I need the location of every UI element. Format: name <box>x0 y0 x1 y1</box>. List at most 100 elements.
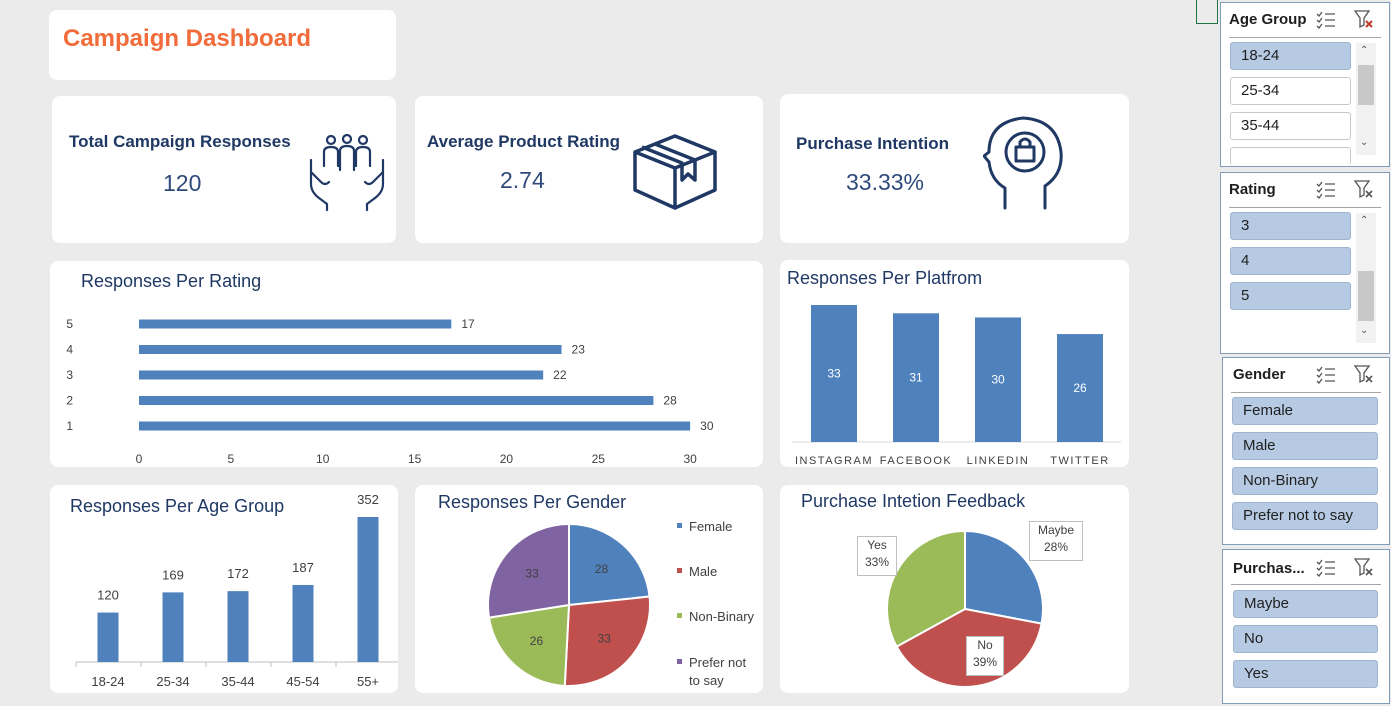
slicer-item-35-44[interactable]: 35-44 <box>1230 112 1351 140</box>
data-label: 28 <box>663 394 677 408</box>
data-label: 120 <box>97 588 119 603</box>
slicer-rating[interactable]: Rating 3 4 5 ⌃ ⌄ <box>1220 172 1390 354</box>
kpi-title: Average Product Rating <box>427 132 621 151</box>
slicer-gender[interactable]: Gender Female Male Non-Binary Prefer not… <box>1222 357 1390 545</box>
slicer-item-non-binary[interactable]: Non-Binary <box>1232 467 1378 495</box>
bar <box>139 396 654 405</box>
data-label-yes: Yes 33% <box>857 536 897 576</box>
bar <box>227 591 249 662</box>
bar <box>162 592 184 662</box>
bar <box>97 612 119 662</box>
legend-label-continued: to say <box>689 673 724 688</box>
kpi-card-purchase-intention: Purchase Intention 33.33% <box>780 94 1129 243</box>
data-label: 26 <box>530 634 544 648</box>
category-label: Yes <box>867 538 887 552</box>
slicer-age-group[interactable]: Age Group 18-24 25-34 35-44 ⌃ ⌄ <box>1220 2 1390 167</box>
multi-select-icon[interactable] <box>1315 364 1337 384</box>
kpi-title: Total Campaign Responses <box>69 132 291 151</box>
slicer-scrollbar[interactable]: ⌃ ⌄ <box>1356 213 1376 343</box>
cell-selection[interactable] <box>1196 0 1218 24</box>
head-shopping-bag-icon <box>983 116 1063 210</box>
tick-label: FACEBOOK <box>880 455 953 467</box>
kpi-value: 2.74 <box>500 167 545 193</box>
chart-card-rating: Responses Per Rating 30 1 28 2 22 3 23 4 17 5 0 5 10… <box>50 261 763 467</box>
data-label: 30 <box>991 373 1005 387</box>
slicer-purchase[interactable]: Purchas... Maybe No Yes <box>1222 549 1390 704</box>
slicer-divider <box>1229 37 1381 38</box>
data-label: 172 <box>227 566 249 581</box>
slicer-item-25-34[interactable]: 25-34 <box>1230 77 1351 105</box>
gender-pie-chart: 28 33 26 33 Female Male Non-Binary Prefer not to… <box>487 519 755 688</box>
purchase-pie-chart <box>886 529 1044 688</box>
tick-label: 35-44 <box>221 674 254 689</box>
slicer-scrollbar[interactable]: ⌃ ⌄ <box>1356 43 1376 155</box>
multi-select-icon[interactable] <box>1315 557 1337 577</box>
box-icon <box>633 134 717 210</box>
scroll-down-icon[interactable]: ⌄ <box>1360 137 1368 148</box>
chart-card-purchase: Purchase Intetion Feedback Yes 33% Maybe… <box>780 485 1129 693</box>
scrollbar-thumb[interactable] <box>1358 65 1374 105</box>
data-label: 26 <box>1073 381 1087 395</box>
people-in-hands-icon <box>309 133 385 212</box>
slicer-item-prefer-not-to-say[interactable]: Prefer not to say <box>1232 502 1378 530</box>
clear-filter-icon[interactable] <box>1353 557 1375 577</box>
multi-select-icon[interactable] <box>1315 9 1337 29</box>
age-bar-chart: 120 18-24 169 25-34 172 35-44 187 45-54 352 55+ <box>75 492 398 689</box>
tick-label: 30 <box>683 452 697 466</box>
slicer-title: Age Group <box>1229 11 1307 28</box>
slicer-item-female[interactable]: Female <box>1232 397 1378 425</box>
percent-label: 39% <box>972 655 998 669</box>
clear-filter-icon[interactable] <box>1353 364 1375 384</box>
scroll-down-icon[interactable]: ⌄ <box>1360 325 1368 336</box>
slicer-item-partial[interactable] <box>1230 147 1351 165</box>
chart-card-gender: Responses Per Gender 28 33 26 33 Female Male N… <box>415 485 763 693</box>
tick-label: 3 <box>66 368 73 382</box>
slicer-item-yes[interactable]: Yes <box>1233 660 1378 688</box>
slicer-title: Rating <box>1229 181 1276 198</box>
data-label: 28 <box>595 562 609 576</box>
slicer-title: Purchas... <box>1233 560 1305 577</box>
bar <box>139 421 691 431</box>
slicer-item-no[interactable]: No <box>1233 625 1378 653</box>
slicer-item-5[interactable]: 5 <box>1230 282 1351 310</box>
data-label: 31 <box>909 371 923 385</box>
legend-label: Female <box>689 519 732 534</box>
legend-swatch <box>677 659 682 664</box>
tick-label: 5 <box>66 317 73 331</box>
multi-select-icon[interactable] <box>1315 179 1337 199</box>
tick-label: 5 <box>228 452 235 466</box>
tick-label: 25 <box>592 452 606 466</box>
kpi-value: 120 <box>163 170 202 196</box>
slicer-item-male[interactable]: Male <box>1232 432 1378 460</box>
legend-label: Prefer not <box>689 655 746 670</box>
tick-label: 4 <box>66 343 73 357</box>
percent-label: 28% <box>1043 540 1069 554</box>
slicer-item-3[interactable]: 3 <box>1230 212 1351 240</box>
legend-swatch <box>677 568 682 573</box>
kpi-card-average-rating: Average Product Rating 2.74 <box>415 96 763 243</box>
data-label: 30 <box>700 419 714 433</box>
data-label: 33 <box>598 631 612 645</box>
slicer-divider <box>1231 392 1381 393</box>
title-card: Campaign Dashboard <box>49 10 396 80</box>
clear-filter-icon[interactable] <box>1353 9 1375 29</box>
clear-filter-icon[interactable] <box>1353 179 1375 199</box>
data-label: 17 <box>461 317 475 331</box>
bar <box>292 584 314 662</box>
scroll-up-icon[interactable]: ⌃ <box>1360 215 1368 226</box>
data-label: 169 <box>162 567 184 582</box>
tick-label: 45-54 <box>286 674 319 689</box>
kpi-card-total-responses: Total Campaign Responses 120 <box>52 96 396 243</box>
tick-label: INSTAGRAM <box>795 455 873 467</box>
chart-card-age: Responses Per Age Group 120 18-24 169 25-34… <box>50 485 398 693</box>
data-label: 352 <box>357 492 379 507</box>
slicer-item-maybe[interactable]: Maybe <box>1233 590 1378 618</box>
scroll-up-icon[interactable]: ⌃ <box>1360 45 1368 56</box>
slicer-item-18-24[interactable]: 18-24 <box>1230 42 1351 70</box>
tick-label: 20 <box>500 452 514 466</box>
scrollbar-thumb[interactable] <box>1358 271 1374 321</box>
data-label-maybe: Maybe 28% <box>1029 521 1083 561</box>
tick-label: 0 <box>136 452 143 466</box>
slicer-divider <box>1231 584 1381 585</box>
slicer-item-4[interactable]: 4 <box>1230 247 1351 275</box>
